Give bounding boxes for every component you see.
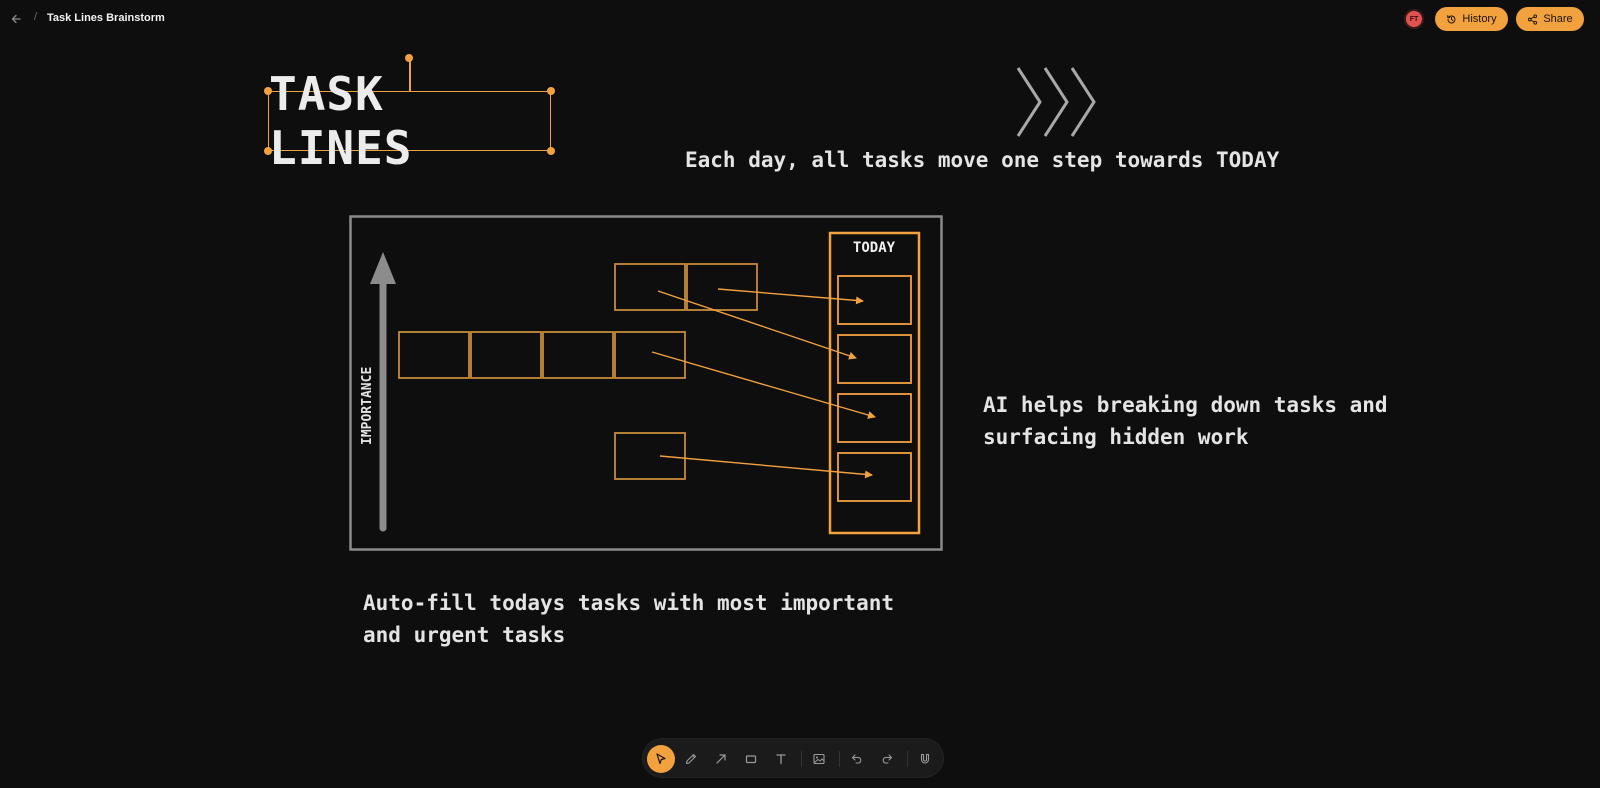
move-arrow[interactable] [717, 288, 864, 305]
pencil-icon [685, 753, 697, 765]
text-icon [776, 754, 786, 765]
toolbar-divider [839, 751, 840, 767]
pen-tool-button[interactable] [677, 745, 705, 773]
caption-ai-breakdown[interactable]: AI helps breaking down tasks and surfaci… [983, 389, 1388, 453]
share-icon [1528, 13, 1538, 25]
task-box[interactable] [614, 331, 686, 379]
caption-autofill-line-1: Auto-fill todays tasks with most importa… [363, 591, 895, 615]
redo-icon [882, 754, 893, 764]
rectangle-tool-button[interactable] [737, 745, 765, 773]
avatar-initials: FT [1409, 15, 1419, 23]
caption-auto-fill[interactable]: Auto-fill todays tasks with most importa… [363, 587, 894, 651]
history-label: History [1462, 13, 1497, 25]
caption-autofill-line-2: and urgent tasks [363, 623, 566, 647]
today-slot[interactable] [837, 334, 912, 384]
today-label: TODAY [853, 240, 896, 256]
task-box[interactable] [542, 331, 614, 379]
caption-ai-line-2: surfacing hidden work [983, 425, 1249, 449]
chevron-arrows-icon[interactable] [1016, 66, 1100, 140]
text-tool-button[interactable] [767, 745, 795, 773]
toolbar-divider [907, 751, 908, 767]
move-arrow[interactable] [659, 455, 873, 479]
caption-daily-move[interactable]: Each day, all tasks move one step toward… [685, 144, 1279, 176]
magnet-icon [920, 753, 930, 764]
importance-axis-label: IMPORTANCE [360, 367, 375, 445]
history-button[interactable]: History [1435, 7, 1508, 31]
share-label: Share [1543, 13, 1573, 25]
resize-handle-top-left[interactable] [264, 87, 272, 95]
resize-handle-bottom-right[interactable] [547, 147, 555, 155]
importance-axis-arrowhead [370, 252, 396, 284]
move-arrow[interactable] [651, 351, 876, 419]
cursor-icon [656, 753, 666, 765]
today-slot[interactable] [837, 452, 912, 502]
resize-handle-bottom-left[interactable] [264, 147, 272, 155]
back-arrow-icon[interactable] [8, 10, 26, 28]
task-box[interactable] [686, 263, 758, 311]
task-lines-diagram[interactable]: IMPORTANCE TODAY [349, 215, 943, 551]
breadcrumb-separator: / [34, 11, 38, 23]
redo-button[interactable] [873, 745, 901, 773]
selected-title-frame[interactable]: TASK LINES [268, 67, 551, 175]
board-title[interactable]: TASK LINES [269, 67, 550, 175]
document-title[interactable]: Task Lines Brainstorm [47, 12, 165, 24]
image-tool-button[interactable] [805, 745, 833, 773]
top-bar: / Task Lines Brainstorm FT History Share [0, 0, 1600, 38]
today-slot[interactable] [837, 393, 912, 443]
magnet-tool-button[interactable] [911, 745, 939, 773]
drawing-toolbar [642, 738, 944, 778]
task-box[interactable] [614, 432, 686, 480]
caption-ai-line-1: AI helps breaking down tasks and [983, 393, 1388, 417]
rectangle-icon [745, 755, 757, 764]
history-icon [1447, 14, 1456, 23]
resize-handle-top-right[interactable] [547, 87, 555, 95]
undo-button[interactable] [843, 745, 871, 773]
arrow-tool-button[interactable] [707, 745, 735, 773]
image-icon [813, 753, 825, 765]
toolbar-divider [801, 751, 802, 767]
task-box[interactable] [470, 331, 542, 379]
task-box[interactable] [398, 331, 470, 379]
share-button[interactable]: Share [1516, 7, 1584, 31]
rotation-handle[interactable] [405, 54, 413, 62]
select-tool-button[interactable] [647, 745, 675, 773]
whiteboard-canvas[interactable]: TASK LINES Each day, all tasks move one … [0, 38, 1600, 788]
diagonal-arrow-icon [716, 754, 726, 764]
user-avatar[interactable]: FT [1404, 9, 1424, 29]
task-box[interactable] [614, 263, 686, 311]
undo-icon [851, 754, 862, 764]
